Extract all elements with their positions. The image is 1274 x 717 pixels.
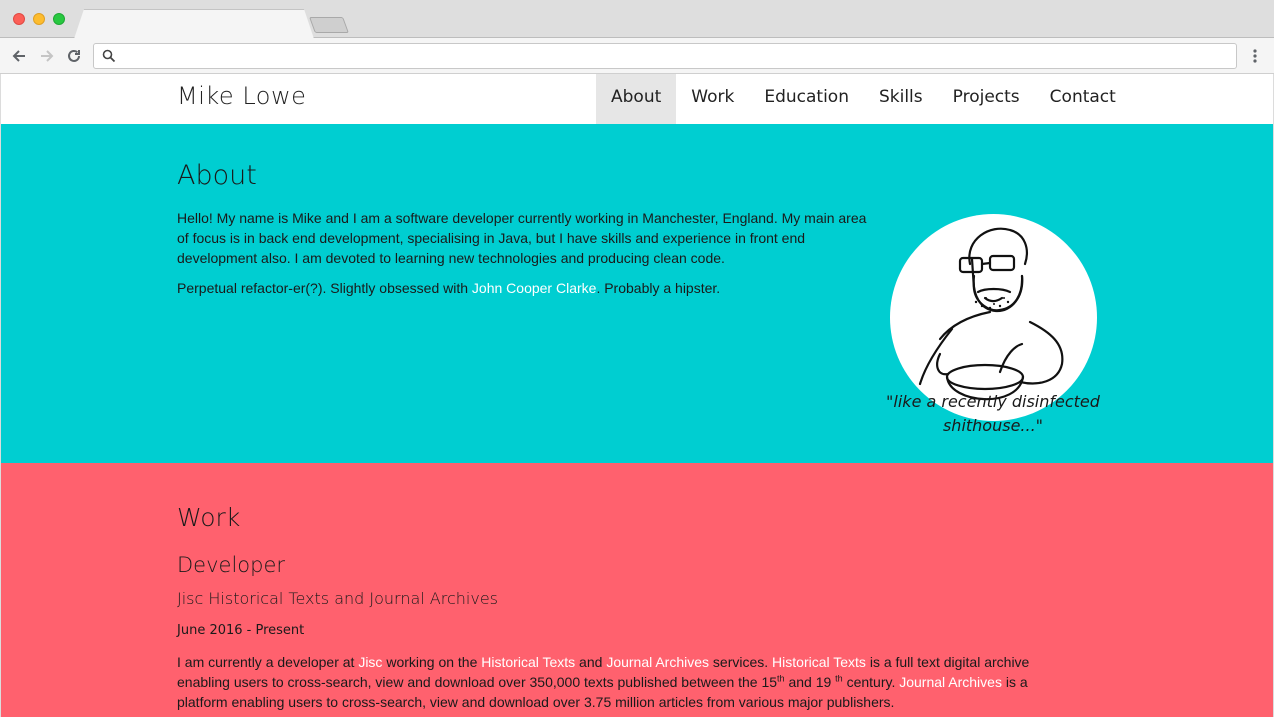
about-text: Perpetual refactor-er(?). Slightly obses… [177,280,472,296]
nav-projects[interactable]: Projects [938,74,1035,124]
browser-toolbar [0,38,1274,74]
about-paragraph-intro: Hello! My name is Mike and I am a softwa… [177,210,867,266]
browser-tab[interactable] [74,9,314,39]
historical-texts-link[interactable]: Historical Texts [481,654,575,670]
journal-archives-link[interactable]: Journal Archives [606,654,709,670]
nav-skills[interactable]: Skills [864,74,938,124]
new-tab-button[interactable] [309,17,349,33]
about-text-tail: . Probably a hipster. [596,280,721,296]
back-arrow-icon[interactable] [9,46,29,66]
desc-text: services. [709,654,773,670]
ordinal-suffix: th [835,673,843,684]
close-window-button[interactable] [13,13,25,25]
john-cooper-clarke-link[interactable]: John Cooper Clarke [472,280,597,296]
job-description: I am currently a developer at Jisc worki… [177,652,1077,712]
ordinal-suffix: th [777,673,785,684]
main-nav: About Work Education Skills Projects Con… [596,74,1131,124]
desc-text: century. [842,674,900,690]
employment-dates: June 2016 - Present [177,623,305,638]
job-title: Developer [177,553,286,577]
jisc-link[interactable]: Jisc [358,654,382,670]
maximize-window-button[interactable] [53,13,65,25]
forward-arrow-icon[interactable] [37,46,57,66]
search-icon [102,49,116,63]
historical-texts-link-2[interactable]: Historical Texts [772,654,866,670]
nav-about[interactable]: About [596,74,677,124]
minimize-window-button[interactable] [33,13,45,25]
site-header: Mike Lowe About Work Education Skills Pr… [1,74,1273,124]
journal-archives-link-2[interactable]: Journal Archives [899,674,1002,690]
nav-education[interactable]: Education [749,74,864,124]
nav-work[interactable]: Work [676,74,749,124]
about-paragraph-extra: Perpetual refactor-er(?). Slightly obses… [177,278,867,298]
desc-text: and [575,654,607,670]
desc-text: working on the [382,654,482,670]
work-section: Work Developer Jisc Historical Texts and… [1,463,1273,717]
desc-text: and 19 [784,674,836,690]
work-heading: Work [177,503,241,532]
employer-name: Jisc Historical Texts and Journal Archiv… [177,589,499,608]
site-brand[interactable]: Mike Lowe [177,82,306,110]
reload-icon[interactable] [64,46,84,66]
nav-contact[interactable]: Contact [1035,74,1131,124]
address-bar[interactable] [93,43,1237,69]
page-viewport: Mike Lowe About Work Education Skills Pr… [1,74,1273,717]
browser-tab-bar [0,0,1274,39]
desc-text: I am currently a developer at [177,654,359,670]
browser-menu-icon[interactable] [1246,46,1264,66]
about-heading: About [177,160,257,191]
about-section: About Hello! My name is Mike and I am a … [1,124,1273,463]
portrait-caption-quote: "like a recently disinfected shithouse..… [886,392,1100,435]
